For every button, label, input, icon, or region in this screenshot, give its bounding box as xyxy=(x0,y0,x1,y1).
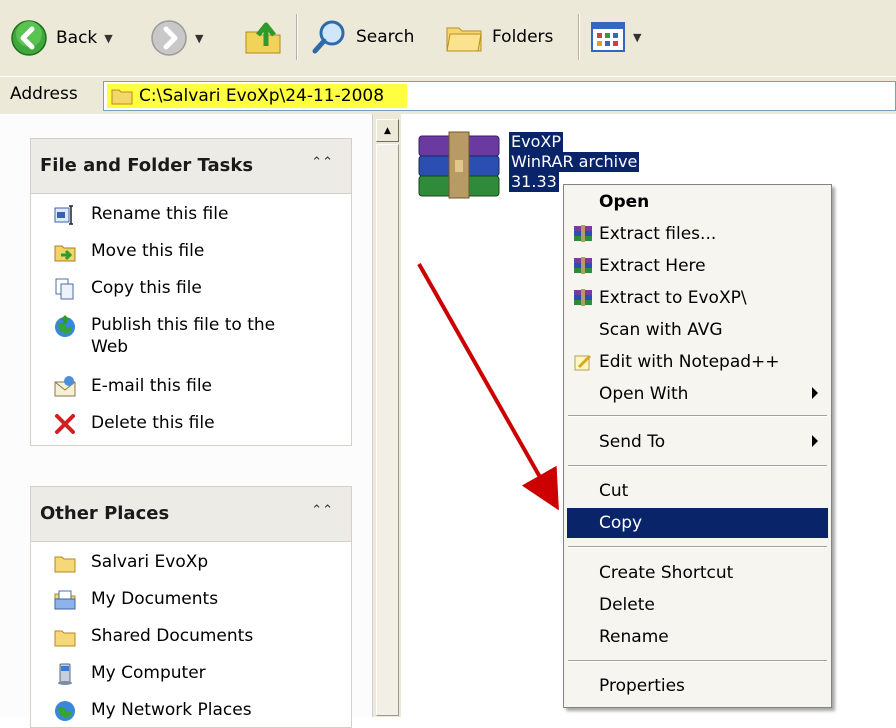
other-places-header[interactable]: Other Places ⌃⌃ xyxy=(31,487,351,542)
task-copy[interactable]: Copy this file xyxy=(53,277,202,301)
place-my-network-places[interactable]: My Network Places xyxy=(53,699,252,723)
task-rename[interactable]: Rename this file xyxy=(53,203,228,227)
back-arrow-icon xyxy=(11,20,47,56)
menu-item-send-to[interactable]: Send To xyxy=(567,427,828,457)
menu-separator xyxy=(568,415,827,417)
back-label: Back xyxy=(56,28,98,48)
file-folder-tasks-panel: File and Folder Tasks ⌃⌃ Rename this fil… xyxy=(30,138,352,446)
place-my-documents[interactable]: My Documents xyxy=(53,588,218,612)
notepad-icon xyxy=(574,354,592,371)
task-email[interactable]: E-mail this file xyxy=(53,375,212,399)
menu-item-delete[interactable]: Delete xyxy=(567,590,828,620)
views-button[interactable]: ▼ xyxy=(590,20,641,54)
menu-item-extract-files[interactable]: Extract files... xyxy=(567,219,828,249)
winrar-icon xyxy=(574,289,592,306)
copy-icon xyxy=(55,278,74,300)
menu-item-create-shortcut[interactable]: Create Shortcut xyxy=(567,558,828,588)
back-dropdown-icon[interactable]: ▼ xyxy=(104,32,112,45)
menu-item-scan-avg[interactable]: Scan with AVG xyxy=(567,315,828,345)
up-folder-icon xyxy=(245,22,281,54)
file-folder-tasks-header[interactable]: File and Folder Tasks ⌃⌃ xyxy=(31,139,351,194)
task-delete[interactable]: Delete this file xyxy=(53,412,215,436)
other-places-panel: Other Places ⌃⌃ Salvari EvoXp My Documen… xyxy=(30,486,352,728)
menu-item-extract-here[interactable]: Extract Here xyxy=(567,251,828,281)
folder-icon xyxy=(54,556,76,573)
publish-icon xyxy=(55,315,75,337)
panel-title: File and Folder Tasks xyxy=(40,155,254,176)
menu-item-edit-notepad[interactable]: Edit with Notepad++ xyxy=(567,347,828,377)
place-my-computer[interactable]: My Computer xyxy=(53,662,206,686)
address-label: Address xyxy=(10,84,78,104)
task-pane: File and Folder Tasks ⌃⌃ Rename this fil… xyxy=(0,114,372,728)
panel-title: Other Places xyxy=(40,503,170,524)
menu-item-cut[interactable]: Cut xyxy=(567,476,828,506)
email-icon xyxy=(54,376,76,397)
collapse-icon[interactable]: ⌃⌃ xyxy=(311,155,333,170)
task-move[interactable]: Move this file xyxy=(53,240,204,264)
scroll-thumb[interactable] xyxy=(376,144,399,716)
task-publish[interactable]: Publish this file to the Web xyxy=(53,314,293,358)
submenu-arrow-icon xyxy=(812,435,818,447)
menu-separator xyxy=(568,546,827,548)
vertical-scrollbar[interactable]: ▲ xyxy=(372,114,401,717)
place-shared-documents[interactable]: Shared Documents xyxy=(53,625,253,649)
my-computer-icon xyxy=(58,663,72,685)
delete-icon xyxy=(55,414,75,434)
up-folder-button[interactable] xyxy=(242,16,284,58)
folder-icon xyxy=(111,89,133,105)
submenu-arrow-icon xyxy=(812,387,818,399)
my-documents-icon xyxy=(54,590,76,610)
winrar-icon xyxy=(574,225,592,242)
menu-item-open-with[interactable]: Open With xyxy=(567,379,828,409)
folders-label: Folders xyxy=(492,27,554,47)
search-icon xyxy=(312,20,345,54)
menu-separator xyxy=(568,660,827,662)
folders-icon xyxy=(446,27,482,52)
menu-item-copy[interactable]: Copy xyxy=(567,508,828,538)
forward-button[interactable]: ▼ xyxy=(150,19,203,57)
views-dropdown-icon[interactable]: ▼ xyxy=(633,31,641,44)
menu-item-properties[interactable]: Properties xyxy=(567,671,828,701)
toolbar: Back ▼ ▼ Search Folders ▼ xyxy=(0,0,896,77)
folder-icon xyxy=(54,630,76,647)
rename-icon xyxy=(54,205,73,225)
back-button[interactable]: Back ▼ xyxy=(10,19,113,57)
address-bar: Address C:\Salvari EvoXp\24-11-2008 xyxy=(0,76,896,116)
scroll-up-button[interactable]: ▲ xyxy=(376,119,399,142)
network-icon xyxy=(55,701,75,721)
folders-button[interactable]: Folders xyxy=(444,18,553,56)
search-button[interactable]: Search xyxy=(310,17,414,57)
place-salvari-evoxp[interactable]: Salvari EvoXp xyxy=(53,551,208,575)
menu-item-open[interactable]: Open xyxy=(567,187,828,217)
views-icon xyxy=(591,22,625,52)
search-label: Search xyxy=(356,27,415,47)
menu-item-extract-to[interactable]: Extract to EvoXP\ xyxy=(567,283,828,313)
collapse-icon[interactable]: ⌃⌃ xyxy=(311,503,333,518)
menu-separator xyxy=(568,465,827,467)
address-field[interactable]: C:\Salvari EvoXp\24-11-2008 xyxy=(103,81,896,111)
forward-dropdown-icon[interactable]: ▼ xyxy=(195,32,203,45)
context-menu: Open Extract files... Extract Here Extra… xyxy=(563,184,832,708)
winrar-icon xyxy=(574,257,592,274)
move-icon xyxy=(54,245,76,262)
address-path: C:\Salvari EvoXp\24-11-2008 xyxy=(139,86,385,106)
menu-item-rename[interactable]: Rename xyxy=(567,622,828,652)
forward-arrow-icon xyxy=(151,20,187,56)
